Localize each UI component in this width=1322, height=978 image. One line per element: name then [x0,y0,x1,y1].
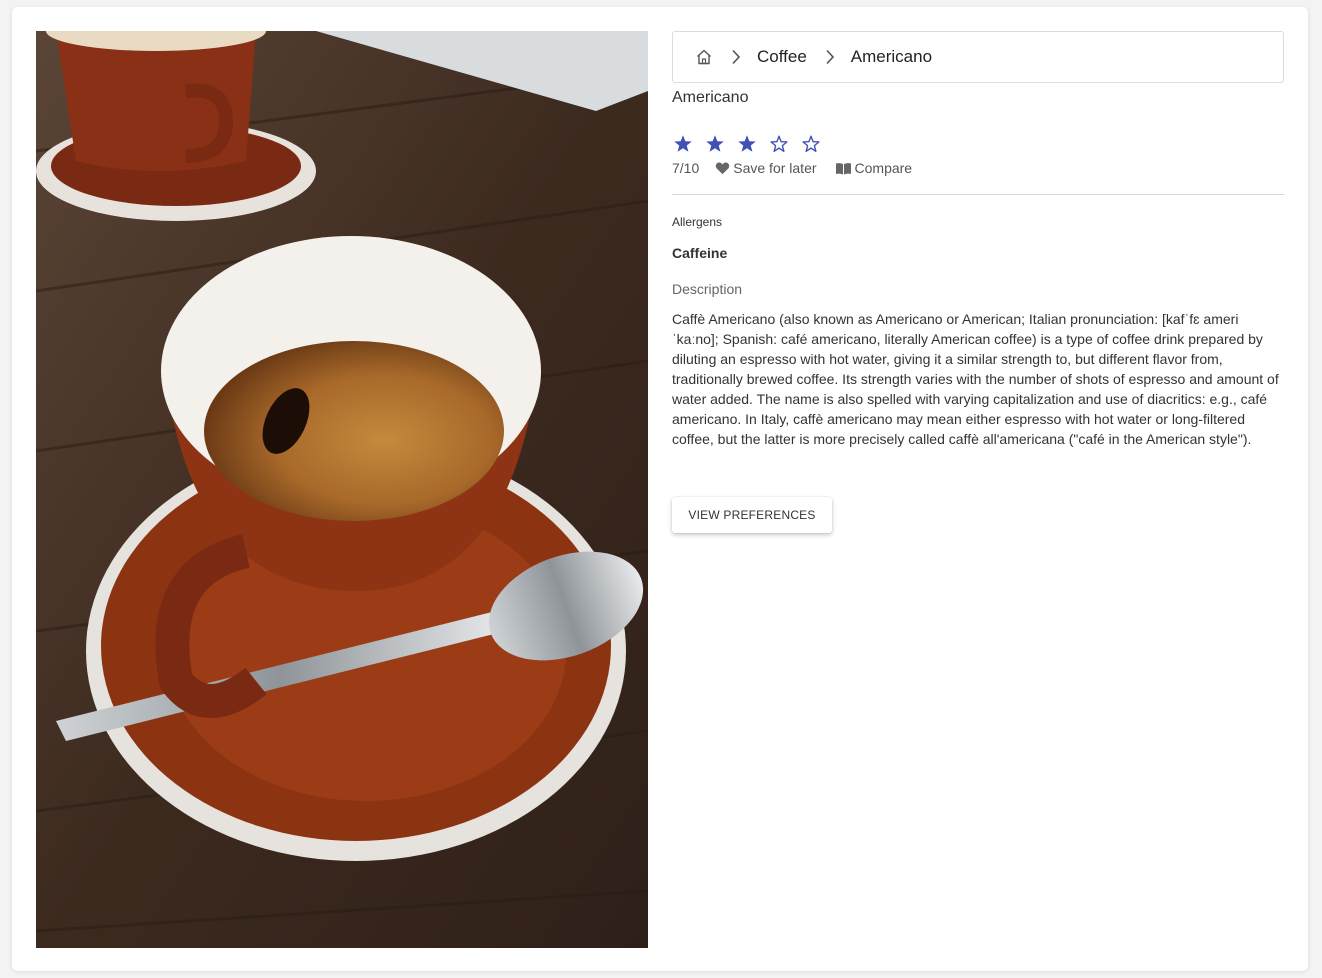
save-for-later-button[interactable]: Save for later [715,160,817,176]
product-title: Americano [672,89,749,106]
product-card: Coffee Americano Americano 7/10 Save for… [12,7,1308,971]
breadcrumb-item-coffee[interactable]: Coffee [757,47,807,67]
heart-icon [716,162,730,175]
rating-meta: 7/10 Save for later Compare [672,159,1284,177]
save-for-later-label: Save for later [733,160,817,176]
view-preferences-button[interactable]: View preferences [672,497,832,533]
home-icon[interactable] [695,48,713,66]
rating-score: 7/10 [672,160,700,176]
allergens-label: Allergens [672,215,723,229]
allergens-value: Caffeine [672,245,728,261]
star-filled-icon[interactable] [704,133,726,155]
compare-label: Compare [854,160,913,176]
rating-stars[interactable] [672,133,1284,155]
book-icon [835,162,851,174]
breadcrumb: Coffee Americano [672,31,1284,83]
star-filled-icon[interactable] [736,133,758,155]
chevron-right-icon [731,49,741,65]
star-outline-icon[interactable] [800,133,822,155]
breadcrumb-item-americano: Americano [850,47,933,66]
star-outline-icon[interactable] [768,133,790,155]
compare-button[interactable]: Compare [835,160,913,176]
divider [672,194,1284,195]
description-label: Description [672,281,743,297]
description-text: Caffè Americano (also known as Americano… [672,311,1279,447]
star-filled-icon[interactable] [672,133,694,155]
product-details: Coffee Americano Americano 7/10 Save for… [672,31,1284,533]
product-photo [36,31,648,948]
chevron-right-icon [825,49,835,65]
